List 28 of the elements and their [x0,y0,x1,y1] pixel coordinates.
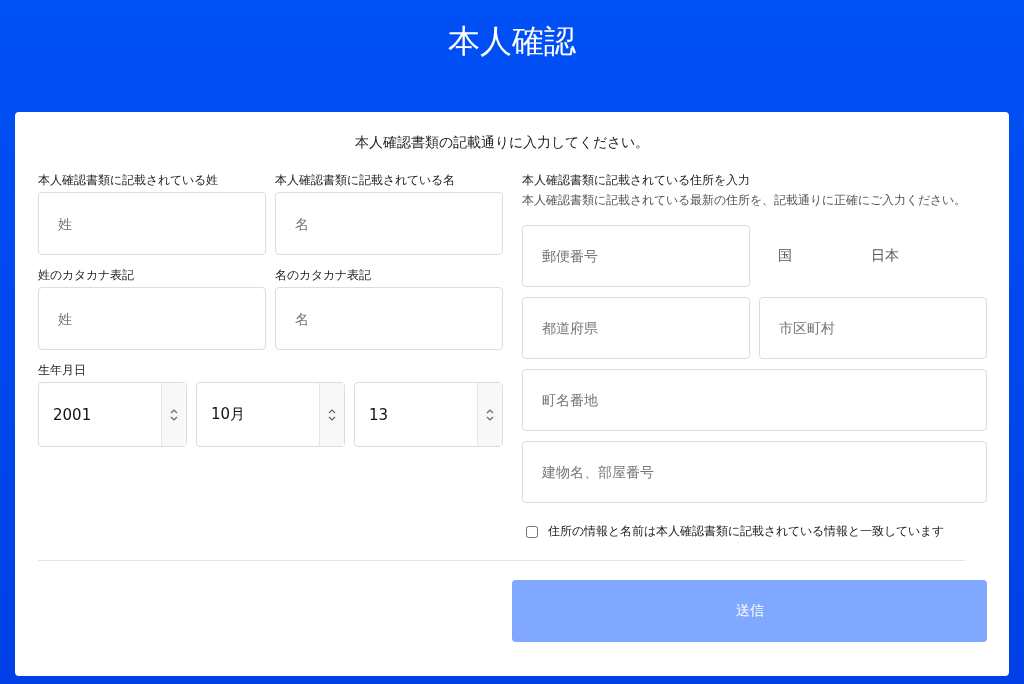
up-down-chevron-icon [327,407,337,422]
country-label: 国 [778,247,792,265]
field-label: 本人確認書類に記載されている姓 [38,172,219,189]
intro-text: 本人確認書類の記載通りに入力してください。 [353,134,650,152]
address-input[interactable]: 市区町村 [759,297,987,359]
field-label: 本人確認書類に記載されている名 [275,172,456,189]
hint-text: 本人確認書類に記載されている最新の住所を、記載通りに正確にご入力ください。 [522,192,967,209]
date-select[interactable]: 13 [354,382,503,447]
confirm-checkbox[interactable] [526,525,538,538]
name-input[interactable]: 姓 [38,192,266,255]
checkbox-label: 住所の情報と名前は本人確認書類に記載されている情報と一致しています [548,523,944,540]
address-input[interactable]: 建物名、部屋番号 [522,441,987,503]
country-value: 日本 [871,247,899,265]
field-label: 名のカタカナ表記 [275,267,372,284]
name-input[interactable]: 名 [275,192,503,255]
address-input[interactable]: 町名番地 [522,369,987,431]
field-label: 生年月日 [38,362,87,379]
field-label: 本人確認書類に記載されている住所を入力 [522,172,751,189]
date-select[interactable]: 10月 [196,382,345,447]
address-input[interactable]: 都道府県 [522,297,750,359]
up-down-chevron-icon [485,407,495,422]
name-input[interactable]: 名 [275,287,503,350]
page-title: 本人確認 [448,21,576,62]
address-input[interactable]: 郵便番号 [522,225,750,287]
date-select[interactable]: 2001 [38,382,187,447]
up-down-chevron-icon [169,407,179,422]
name-input[interactable]: 姓 [38,287,266,350]
field-label: 姓のカタカナ表記 [38,267,135,284]
